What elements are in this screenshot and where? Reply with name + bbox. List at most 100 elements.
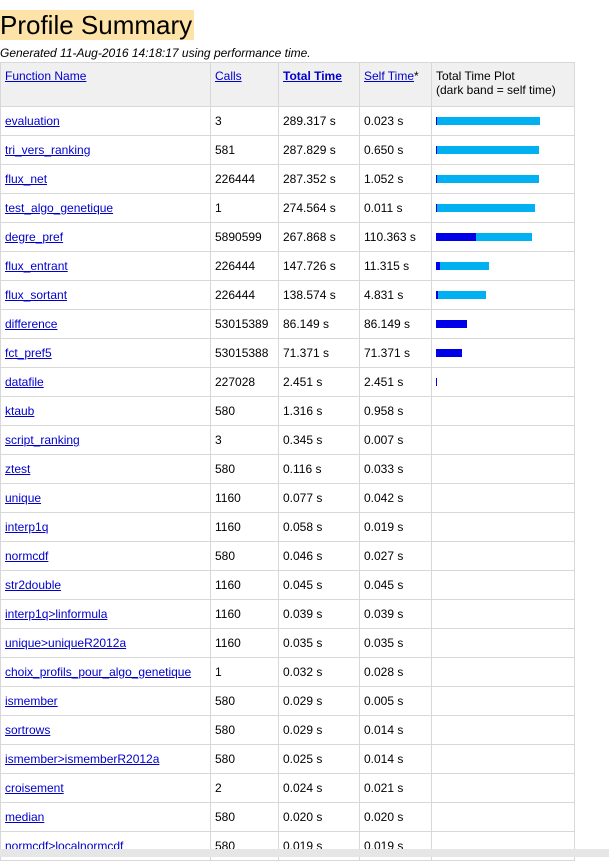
function-link[interactable]: tri_vers_ranking xyxy=(5,143,90,157)
function-name-cell: ztest xyxy=(0,454,211,484)
time-bar xyxy=(436,726,570,734)
function-name-cell: ktaub xyxy=(0,396,211,426)
total-time-cell: 1.316 s xyxy=(278,396,360,426)
table-row: normcdf 580 0.046 s 0.027 s xyxy=(0,541,575,571)
function-link[interactable]: ktaub xyxy=(5,404,34,418)
total-time-plot-cell xyxy=(431,164,575,194)
function-link[interactable]: ismember xyxy=(5,694,58,708)
page-title-wrap: Profile Summary xyxy=(0,10,195,40)
time-bar xyxy=(436,407,570,415)
table-row: interp1q 1160 0.058 s 0.019 s xyxy=(0,512,575,542)
self-time-band xyxy=(436,117,437,125)
table-row: flux_net 226444 287.352 s 1.052 s xyxy=(0,164,575,194)
table-row: tri_vers_ranking 581 287.829 s 0.650 s xyxy=(0,135,575,165)
function-link[interactable]: ztest xyxy=(5,462,30,476)
calls-cell: 580 xyxy=(210,686,279,716)
total-time-cell: 287.352 s xyxy=(278,164,360,194)
function-link[interactable]: interp1q>linformula xyxy=(5,607,107,621)
total-time-cell: 0.345 s xyxy=(278,425,360,455)
total-time-plot-cell xyxy=(431,512,575,542)
time-bar xyxy=(436,233,570,241)
function-name-cell: difference xyxy=(0,309,211,339)
time-bar xyxy=(436,639,570,647)
total-time-plot-cell xyxy=(431,454,575,484)
generated-info: Generated 11-Aug-2016 14:18:17 using per… xyxy=(0,46,311,60)
total-time-band xyxy=(436,262,489,270)
total-time-cell: 0.029 s xyxy=(278,715,360,745)
function-link[interactable]: sortrows xyxy=(5,723,50,737)
time-bar xyxy=(436,755,570,763)
function-link[interactable]: normcdf xyxy=(5,549,48,563)
function-link[interactable]: str2double xyxy=(5,578,61,592)
function-name-cell: croisement xyxy=(0,773,211,803)
total-time-plot-cell xyxy=(431,338,575,368)
time-bar xyxy=(436,523,570,531)
calls-cell: 2 xyxy=(210,773,279,803)
calls-cell: 1160 xyxy=(210,483,279,513)
self-time-cell: 4.831 s xyxy=(359,280,432,310)
total-time-cell: 0.032 s xyxy=(278,657,360,687)
function-link[interactable]: croisement xyxy=(5,781,64,795)
plot-header-line2: (dark band = self time) xyxy=(436,83,556,97)
table-row: interp1q>linformula 1160 0.039 s 0.039 s xyxy=(0,599,575,629)
self-time-cell: 0.020 s xyxy=(359,802,432,832)
function-link[interactable]: evaluation xyxy=(5,114,60,128)
table-row: unique>uniqueR2012a 1160 0.035 s 0.035 s xyxy=(0,628,575,658)
calls-cell: 580 xyxy=(210,541,279,571)
table-row: choix_profils_pour_algo_genetique 1 0.032 … xyxy=(0,657,575,687)
total-time-plot-cell xyxy=(431,483,575,513)
total-time-cell: 267.868 s xyxy=(278,222,360,252)
function-name-cell: median xyxy=(0,802,211,832)
header-function-name: Function Name xyxy=(0,62,211,107)
self-time-cell: 0.014 s xyxy=(359,715,432,745)
sort-by-self-time-link[interactable]: Self Time xyxy=(364,69,414,83)
function-link[interactable]: datafile xyxy=(5,375,44,389)
total-time-cell: 0.020 s xyxy=(278,802,360,832)
function-link[interactable]: test_algo_genetique xyxy=(5,201,113,215)
total-time-plot-cell xyxy=(431,744,575,774)
function-link[interactable]: fct_pref5 xyxy=(5,346,52,360)
function-link[interactable]: flux_sortant xyxy=(5,288,67,302)
total-time-plot-cell xyxy=(431,686,575,716)
calls-cell: 1160 xyxy=(210,570,279,600)
function-name-cell: evaluation xyxy=(0,106,211,136)
calls-cell: 227028 xyxy=(210,367,279,397)
self-time-cell: 0.021 s xyxy=(359,773,432,803)
self-time-band xyxy=(436,262,440,270)
total-time-cell: 86.149 s xyxy=(278,309,360,339)
function-link[interactable]: script_ranking xyxy=(5,433,80,447)
function-link[interactable]: median xyxy=(5,810,44,824)
total-time-cell: 0.046 s xyxy=(278,541,360,571)
sort-by-calls-link[interactable]: Calls xyxy=(215,69,242,83)
function-link[interactable]: choix_profils_pour_algo_genetique xyxy=(5,665,191,679)
time-bar xyxy=(436,291,570,299)
calls-cell: 1160 xyxy=(210,628,279,658)
calls-cell: 1160 xyxy=(210,512,279,542)
function-link[interactable]: unique>uniqueR2012a xyxy=(5,636,126,650)
function-link[interactable]: difference xyxy=(5,317,57,331)
table-row: ismember 580 0.029 s 0.005 s xyxy=(0,686,575,716)
table-row: ismember>ismemberR2012a 580 0.025 s 0.014 s xyxy=(0,744,575,774)
total-time-cell: 289.317 s xyxy=(278,106,360,136)
header-total-time-plot: Total Time Plot (dark band = self time) xyxy=(431,62,575,107)
self-time-band xyxy=(436,204,437,212)
function-link[interactable]: ismember>ismemberR2012a xyxy=(5,752,159,766)
total-time-cell: 0.024 s xyxy=(278,773,360,803)
sort-by-total-time-link[interactable]: Total Time xyxy=(283,69,342,83)
function-link[interactable]: flux_entrant xyxy=(5,259,68,273)
function-link[interactable]: unique xyxy=(5,491,41,505)
function-link[interactable]: degre_pref xyxy=(5,230,63,244)
time-bar xyxy=(436,813,570,821)
sort-by-function-name-link[interactable]: Function Name xyxy=(5,69,86,83)
self-time-cell: 0.023 s xyxy=(359,106,432,136)
table-row: fct_pref5 53015388 71.371 s 71.371 s xyxy=(0,338,575,368)
total-time-plot-cell xyxy=(431,541,575,571)
function-link[interactable]: flux_net xyxy=(5,172,47,186)
time-bar xyxy=(436,436,570,444)
self-time-band xyxy=(436,175,437,183)
table-row: flux_entrant 226444 147.726 s 11.315 s xyxy=(0,251,575,281)
function-link[interactable]: interp1q xyxy=(5,520,48,534)
table-row: datafile 227028 2.451 s 2.451 s xyxy=(0,367,575,397)
self-time-band xyxy=(436,233,476,241)
horizontal-scrollbar[interactable] xyxy=(0,849,609,857)
